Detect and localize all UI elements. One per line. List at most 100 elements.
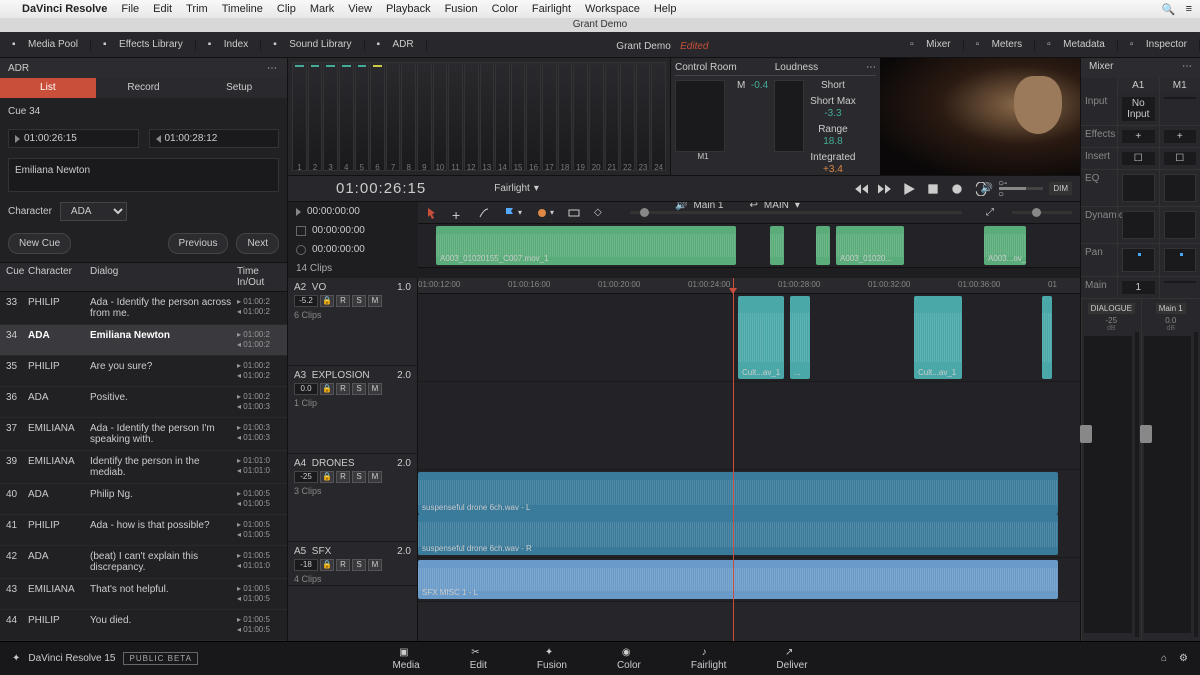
- pointer-tool-icon[interactable]: [426, 207, 438, 219]
- new-cue-button[interactable]: New Cue: [8, 233, 71, 254]
- index-button[interactable]: ▪Index: [196, 39, 261, 51]
- previous-button[interactable]: Previous: [168, 233, 229, 254]
- menu-edit[interactable]: Edit: [153, 3, 172, 15]
- mute-button[interactable]: M: [368, 471, 382, 483]
- eq-graph[interactable]: [1164, 174, 1197, 202]
- cue-row[interactable]: 34ADAEmiliana Newton▸ 01:00:2◂ 01:00:2: [0, 325, 287, 356]
- track-header[interactable]: A3 EXPLOSION2.0 0.0🔒RSM 1 Clip: [288, 366, 417, 454]
- cue-row[interactable]: 40ADAPhilip Ng.▸ 01:00:5◂ 01:00:5: [0, 484, 287, 515]
- audio-clip[interactable]: suspenseful drone 6ch.wav - R: [418, 514, 1058, 556]
- mixer-col-a1[interactable]: A1: [1117, 78, 1159, 93]
- menu-fusion[interactable]: Fusion: [445, 3, 478, 15]
- fader-strip[interactable]: Main 10.0dB: [1141, 299, 1200, 641]
- cr-options-icon[interactable]: ⋯: [866, 62, 876, 73]
- track-lane[interactable]: suspenseful drone 6ch.wav - Lsuspenseful…: [418, 470, 1080, 558]
- cue-row[interactable]: 35PHILIPAre you sure?▸ 01:00:2◂ 01:00:2: [0, 356, 287, 387]
- menu-timeline[interactable]: Timeline: [222, 3, 263, 15]
- link-icon[interactable]: ◇: [594, 207, 606, 219]
- audio-clip[interactable]: Cult...av_1: [738, 296, 784, 379]
- character-select[interactable]: ADA: [60, 202, 127, 221]
- menu-help[interactable]: Help: [654, 3, 677, 15]
- character-name-field[interactable]: Emiliana Newton: [8, 158, 279, 192]
- track-lane[interactable]: [418, 382, 1080, 470]
- effects-button[interactable]: ▪Effects Library: [91, 39, 196, 51]
- cue-row[interactable]: 33PHILIPAda - Identify the person across…: [0, 292, 287, 325]
- cue-row[interactable]: 41PHILIPAda - how is that possible?▸ 01:…: [0, 515, 287, 546]
- expand-icon[interactable]: ⤢: [986, 207, 998, 219]
- settings-icon[interactable]: ⚙: [1179, 653, 1188, 664]
- tab-record[interactable]: Record: [96, 78, 192, 98]
- tab-list[interactable]: List: [0, 78, 96, 98]
- track-lane[interactable]: SFX MISC 1 - L: [418, 558, 1080, 602]
- page-deliver[interactable]: ↗Deliver: [776, 647, 807, 671]
- arm-button[interactable]: R: [336, 383, 350, 395]
- track-lane[interactable]: Cult...av_1...Cult...av_1: [418, 294, 1080, 382]
- cue-row[interactable]: 36ADAPositive.▸ 01:00:2◂ 01:00:3: [0, 387, 287, 418]
- arm-button[interactable]: R: [336, 559, 350, 571]
- lock-icon[interactable]: 🔒: [320, 295, 334, 307]
- sound-library-button[interactable]: ▪Sound Library: [261, 39, 364, 51]
- dynamics-graph[interactable]: [1122, 211, 1155, 239]
- adr-options-icon[interactable]: ⋯: [267, 63, 279, 74]
- audio-clip[interactable]: Cult...av_1: [914, 296, 962, 379]
- adr-button[interactable]: ▪ADR: [365, 39, 427, 51]
- razor-tool-icon[interactable]: [478, 207, 490, 219]
- snap-icon[interactable]: [568, 207, 580, 219]
- mute-button[interactable]: M: [368, 559, 382, 571]
- timeline-ruler[interactable]: 01:00:12:0001:00:16:0001:00:20:0001:00:2…: [418, 278, 1080, 294]
- home-icon[interactable]: ⌂: [1161, 653, 1167, 664]
- audio-clip[interactable]: [1042, 296, 1052, 379]
- height-slider[interactable]: [1012, 211, 1072, 214]
- out-timecode[interactable]: 01:00:28:12: [149, 129, 280, 148]
- pan-control[interactable]: [1122, 248, 1155, 272]
- solo-button[interactable]: S: [352, 471, 366, 483]
- marker-tool-icon[interactable]: +: [452, 207, 464, 219]
- audio-clip[interactable]: SFX MISC 1 - L: [418, 560, 1058, 599]
- fader-slider[interactable]: [1084, 336, 1132, 633]
- solo-button[interactable]: S: [352, 295, 366, 307]
- play-button[interactable]: [902, 182, 916, 196]
- page-fusion[interactable]: ✦Fusion: [537, 647, 567, 671]
- track-header[interactable]: A5 SFX2.0 -18🔒RSM 4 Clips: [288, 542, 417, 586]
- metadata-button[interactable]: ▫Metadata: [1035, 39, 1118, 51]
- mixer-options-icon[interactable]: ⋯: [1182, 61, 1192, 75]
- menu-file[interactable]: File: [121, 3, 139, 15]
- stop-button[interactable]: [926, 182, 940, 196]
- tab-setup[interactable]: Setup: [191, 78, 287, 98]
- page-edit[interactable]: ✂Edit: [470, 647, 487, 671]
- cue-row[interactable]: 39EMILIANAIdentify the person in the med…: [0, 451, 287, 484]
- solo-button[interactable]: S: [352, 383, 366, 395]
- flag-orange-icon[interactable]: [536, 207, 548, 219]
- eq-graph[interactable]: [1122, 174, 1155, 202]
- master-timecode[interactable]: 01:00:26:15: [336, 180, 426, 197]
- fader-strip[interactable]: DIALOGUE-25dB: [1081, 299, 1141, 641]
- page-fairlight[interactable]: ♪Fairlight: [691, 647, 727, 671]
- mixer-col-m1[interactable]: M1: [1159, 78, 1200, 93]
- solo-button[interactable]: S: [352, 559, 366, 571]
- cue-list[interactable]: 33PHILIPAda - Identify the person across…: [0, 292, 287, 641]
- cue-row[interactable]: 43EMILIANAThat's not helpful.▸ 01:00:5◂ …: [0, 579, 287, 610]
- fader-slider[interactable]: [1144, 336, 1192, 633]
- mixer-button[interactable]: ▫Mixer: [898, 39, 963, 51]
- tc-rec-icon[interactable]: [296, 245, 306, 255]
- timeline-tracks[interactable]: 01:00:12:0001:00:16:0001:00:20:0001:00:2…: [418, 278, 1080, 641]
- playhead[interactable]: [733, 278, 734, 641]
- arm-button[interactable]: R: [336, 471, 350, 483]
- menu-extras-icon[interactable]: ≡: [1186, 3, 1192, 16]
- inspector-button[interactable]: ▫Inspector: [1118, 39, 1200, 51]
- page-media[interactable]: ▣Media: [392, 647, 419, 671]
- menu-clip[interactable]: Clip: [277, 3, 296, 15]
- track-header[interactable]: A4 DRONES2.0 -25🔒RSM 3 Clips: [288, 454, 417, 542]
- volume-slider[interactable]: [999, 187, 1043, 190]
- page-color[interactable]: ◉Color: [617, 647, 641, 671]
- meters-button[interactable]: ▫Meters: [964, 39, 1036, 51]
- dynamics-graph[interactable]: [1164, 211, 1197, 239]
- video-clip[interactable]: [816, 226, 830, 265]
- lock-icon[interactable]: 🔒: [320, 383, 334, 395]
- menu-view[interactable]: View: [348, 3, 372, 15]
- tc-play-icon[interactable]: [296, 208, 301, 216]
- media-pool-button[interactable]: ▪Media Pool: [0, 39, 91, 51]
- menu-trim[interactable]: Trim: [186, 3, 208, 15]
- dim-button[interactable]: DIM: [1049, 182, 1072, 195]
- menu-mark[interactable]: Mark: [310, 3, 334, 15]
